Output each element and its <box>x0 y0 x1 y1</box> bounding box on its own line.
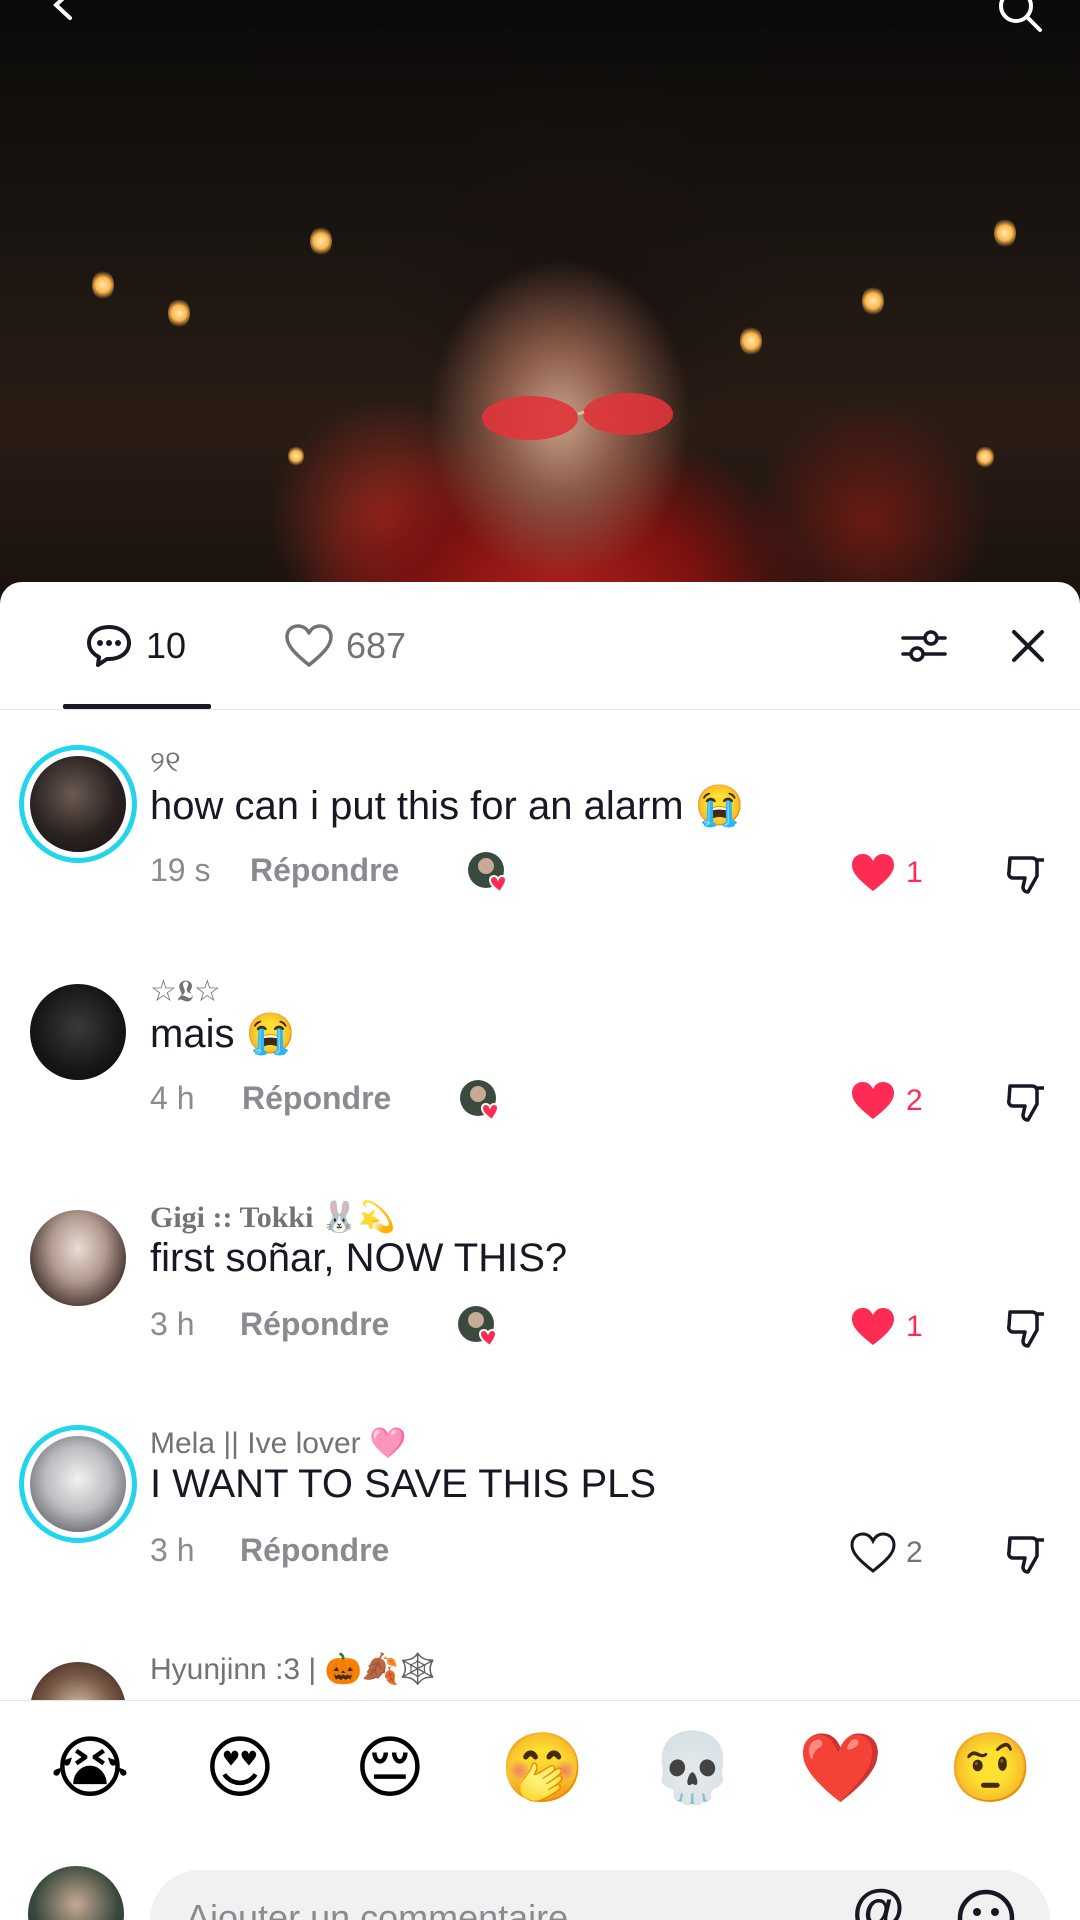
thumbs-down-icon[interactable] <box>1004 1080 1048 1124</box>
heart-icon <box>852 1082 894 1119</box>
comment-text: how can i put this for an alarm 😭 <box>150 784 745 828</box>
comment-item: ☆𝕷☆ mais 😭 4 h Répondre 2 <box>0 938 1080 1138</box>
top-bar <box>0 0 1080 28</box>
tab-comments[interactable]: 10 <box>84 622 186 670</box>
like-button[interactable]: 2 <box>850 1532 923 1574</box>
quick-emoji-bar: 😭 😍 😔 🤭 💀 ❤️ 🤨 <box>0 1700 1080 1840</box>
my-avatar <box>28 1866 124 1920</box>
comment-item: Hyunjinn :3 | 🎃🍂🕸️ <box>0 1616 1080 1700</box>
comment-bubble-icon <box>87 625 131 667</box>
reply-button[interactable]: Répondre <box>240 1306 389 1343</box>
emoji-button[interactable]: 🤨 <box>948 1729 1033 1809</box>
like-count: 1 <box>906 856 923 889</box>
like-button[interactable]: 1 <box>850 852 923 894</box>
heart-outline-icon <box>285 624 333 667</box>
street-light <box>92 270 114 300</box>
like-button[interactable]: 1 <box>850 1306 923 1348</box>
smiley-icon[interactable] <box>956 1888 1016 1920</box>
like-count: 2 <box>906 1536 923 1569</box>
like-count: 1 <box>906 1310 923 1343</box>
comment-text: first soñar, NOW THIS? <box>150 1236 568 1280</box>
avatar[interactable] <box>30 984 126 1080</box>
heart-icon <box>852 1308 894 1345</box>
street-light <box>310 226 332 256</box>
street-light <box>168 298 190 328</box>
comment-time: 19 s <box>150 852 211 888</box>
emoji-button[interactable]: 💀 <box>650 1729 735 1809</box>
tab-likes[interactable]: 687 <box>284 622 406 670</box>
likes-count: 687 <box>346 625 407 666</box>
comment-item: ୨୧ how can i put this for an alarm 😭 19 … <box>0 710 1080 910</box>
comment-time: 3 h <box>150 1532 195 1568</box>
close-button[interactable] <box>1002 620 1054 672</box>
search-icon[interactable] <box>996 0 1044 34</box>
comment-username[interactable]: Hyunjinn :3 | 🎃🍂🕸️ <box>150 1652 437 1687</box>
comments-sheet: 10 687 ୨୧ how can i put this for an alar… <box>0 582 1080 1920</box>
creator-liked-badge <box>458 1306 498 1348</box>
street-light <box>994 218 1016 248</box>
active-tab-indicator <box>63 704 211 709</box>
sheet-header: 10 687 <box>0 582 1080 710</box>
red-sunglasses <box>482 393 673 440</box>
comment-item: Mela || Ive lover 🩷 I WANT TO SAVE THIS … <box>0 1390 1080 1590</box>
thumbs-down-icon[interactable] <box>1004 852 1048 896</box>
sliders-icon <box>901 630 947 662</box>
comment-text: I WANT TO SAVE THIS PLS <box>150 1462 657 1506</box>
emoji-button[interactable]: 😭 <box>50 1729 130 1809</box>
creator-liked-badge <box>460 1080 500 1122</box>
avatar[interactable] <box>30 1436 126 1532</box>
comment-item: Gigi :: Tokki 🐰💫 first soñar, NOW THIS? … <box>0 1164 1080 1364</box>
street-light <box>862 286 884 316</box>
heart-icon <box>852 854 894 891</box>
comment-time: 3 h <box>150 1306 195 1342</box>
avatar[interactable] <box>30 1662 126 1700</box>
reply-button[interactable]: Répondre <box>250 852 399 889</box>
video-player[interactable] <box>0 0 1080 600</box>
comment-text: mais 😭 <box>150 1012 296 1056</box>
like-count: 2 <box>906 1084 923 1117</box>
reply-button[interactable]: Répondre <box>242 1080 391 1117</box>
street-light <box>288 446 304 466</box>
avatar[interactable] <box>30 756 126 852</box>
creator-liked-badge <box>468 852 508 894</box>
emoji-button[interactable]: 😍 <box>200 1729 280 1809</box>
emoji-button[interactable]: ❤️ <box>798 1729 883 1809</box>
emoji-button[interactable]: 😔 <box>350 1729 430 1809</box>
street-light <box>976 446 994 468</box>
street-light <box>740 326 762 356</box>
avatar[interactable] <box>30 1210 126 1306</box>
reply-button[interactable]: Répondre <box>240 1532 389 1569</box>
thumbs-down-icon[interactable] <box>1004 1532 1048 1576</box>
mention-button[interactable]: @ <box>852 1878 905 1920</box>
chevron-left-icon[interactable] <box>48 0 78 20</box>
comment-username[interactable]: ୨୧ <box>150 746 181 780</box>
comment-username[interactable]: ☆𝕷☆ <box>150 974 221 1009</box>
filter-button[interactable] <box>898 620 950 672</box>
comment-username[interactable]: Mela || Ive lover 🩷 <box>150 1426 406 1461</box>
comments-count: 10 <box>146 625 187 666</box>
comment-time: 4 h <box>150 1080 195 1116</box>
emoji-button[interactable]: 🤭 <box>500 1729 585 1809</box>
comment-composer: @ <box>0 1840 1080 1920</box>
like-button[interactable]: 2 <box>850 1080 923 1122</box>
close-icon <box>1012 630 1044 662</box>
thumbs-down-icon[interactable] <box>1004 1306 1048 1350</box>
comment-input[interactable] <box>186 1888 826 1920</box>
comment-input-wrapper[interactable]: @ <box>150 1870 1050 1920</box>
heart-outline-icon <box>850 1532 896 1573</box>
comment-list[interactable]: ୨୧ how can i put this for an alarm 😭 19 … <box>0 710 1080 1700</box>
comment-username[interactable]: Gigi :: Tokki 🐰💫 <box>150 1200 396 1235</box>
